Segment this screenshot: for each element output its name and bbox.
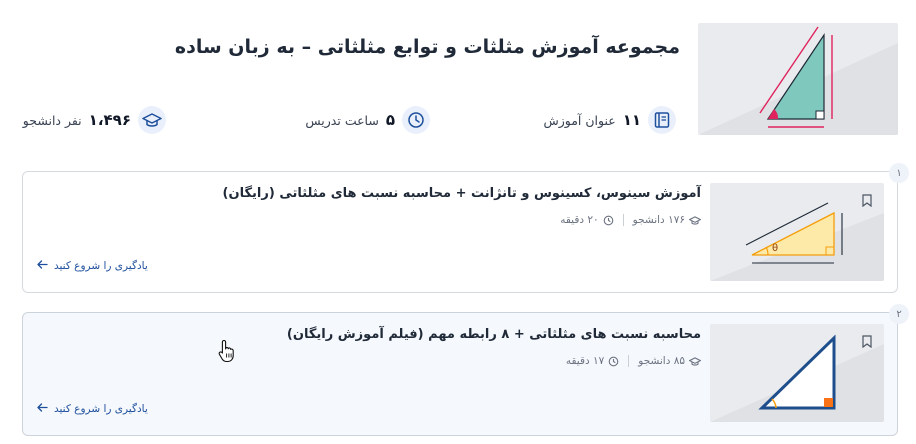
meta-divider [628, 355, 630, 367]
start-learning-label: یادگیری را شروع کنید [54, 260, 148, 272]
lesson-duration: ۱۷ دقیقه [565, 355, 605, 367]
stat-lessons-value: ۱۱ [622, 111, 641, 129]
stat-lessons: ۱۱ عنوان آموزش [543, 106, 676, 134]
start-learning-link[interactable]: یادگیری را شروع کنید [37, 403, 148, 415]
stat-students-label: نفر دانشجو [22, 112, 82, 128]
stat-hours-label: ساعت تدریس [305, 112, 379, 128]
book-icon [648, 106, 676, 134]
graduation-cap-icon [689, 215, 701, 226]
graduation-cap-icon [138, 106, 166, 134]
clock-icon [608, 356, 619, 367]
bookmark-icon[interactable] [862, 333, 872, 352]
bookmark-icon[interactable] [862, 192, 872, 211]
start-learning-link[interactable]: یادگیری را شروع کنید [37, 260, 148, 272]
lesson-duration: ۲۰ دقیقه [560, 214, 599, 226]
lesson-number-badge: ۲ [889, 304, 909, 324]
lesson-card[interactable]: ۱ θ آموزش سینوس، کسینوس و تانژانت + محاس… [22, 163, 909, 293]
stat-lessons-label: عنوان آموزش [543, 112, 616, 128]
start-learning-label: یادگیری را شروع کنید [54, 403, 148, 415]
hand-pointer-cursor-icon [218, 339, 236, 367]
page-title: مجموعه آموزش مثلثات و توابع مثلثاتی – به… [174, 36, 680, 58]
right-triangle-illustration-icon [698, 26, 898, 135]
arrow-left-icon [37, 260, 48, 272]
clock-icon [402, 106, 430, 134]
stat-hours-value: ۵ [385, 111, 395, 129]
lesson-thumbnail [710, 324, 884, 422]
svg-text:θ: θ [772, 243, 778, 254]
blue-triangle-illustration-icon [710, 334, 884, 422]
stat-students: ۱،۴۹۶ نفر دانشجو [23, 106, 166, 134]
graduation-cap-icon [689, 356, 701, 367]
lesson-card[interactable]: ۲ محاسبه نسبت های مثلثاتی + ۸ رابطه مهم … [22, 304, 909, 436]
stat-students-value: ۱،۴۹۶ [88, 111, 131, 129]
course-thumbnail [698, 23, 898, 135]
lesson-students: ۱۷۶ دانشجو [632, 214, 685, 226]
arrow-left-icon [37, 403, 48, 415]
lesson-meta: ۸۵ دانشجو ۱۷ دقیقه [566, 355, 701, 367]
lesson-thumbnail: θ [710, 183, 884, 281]
lesson-title[interactable]: آموزش سینوس، کسینوس و تانژانت + محاسبه ن… [223, 186, 701, 201]
meta-divider [622, 214, 624, 226]
lesson-meta: ۱۷۶ دانشجو ۲۰ دقیقه [560, 214, 701, 226]
stat-hours: ۵ ساعت تدریس [305, 106, 430, 134]
lesson-title[interactable]: محاسبه نسبت های مثلثاتی + ۸ رابطه مهم (ف… [287, 327, 701, 342]
lesson-students: ۸۵ دانشجو [638, 355, 685, 367]
lesson-number-badge: ۱ [889, 163, 909, 183]
sine-triangle-illustration-icon: θ [710, 202, 884, 281]
clock-icon [603, 215, 614, 226]
